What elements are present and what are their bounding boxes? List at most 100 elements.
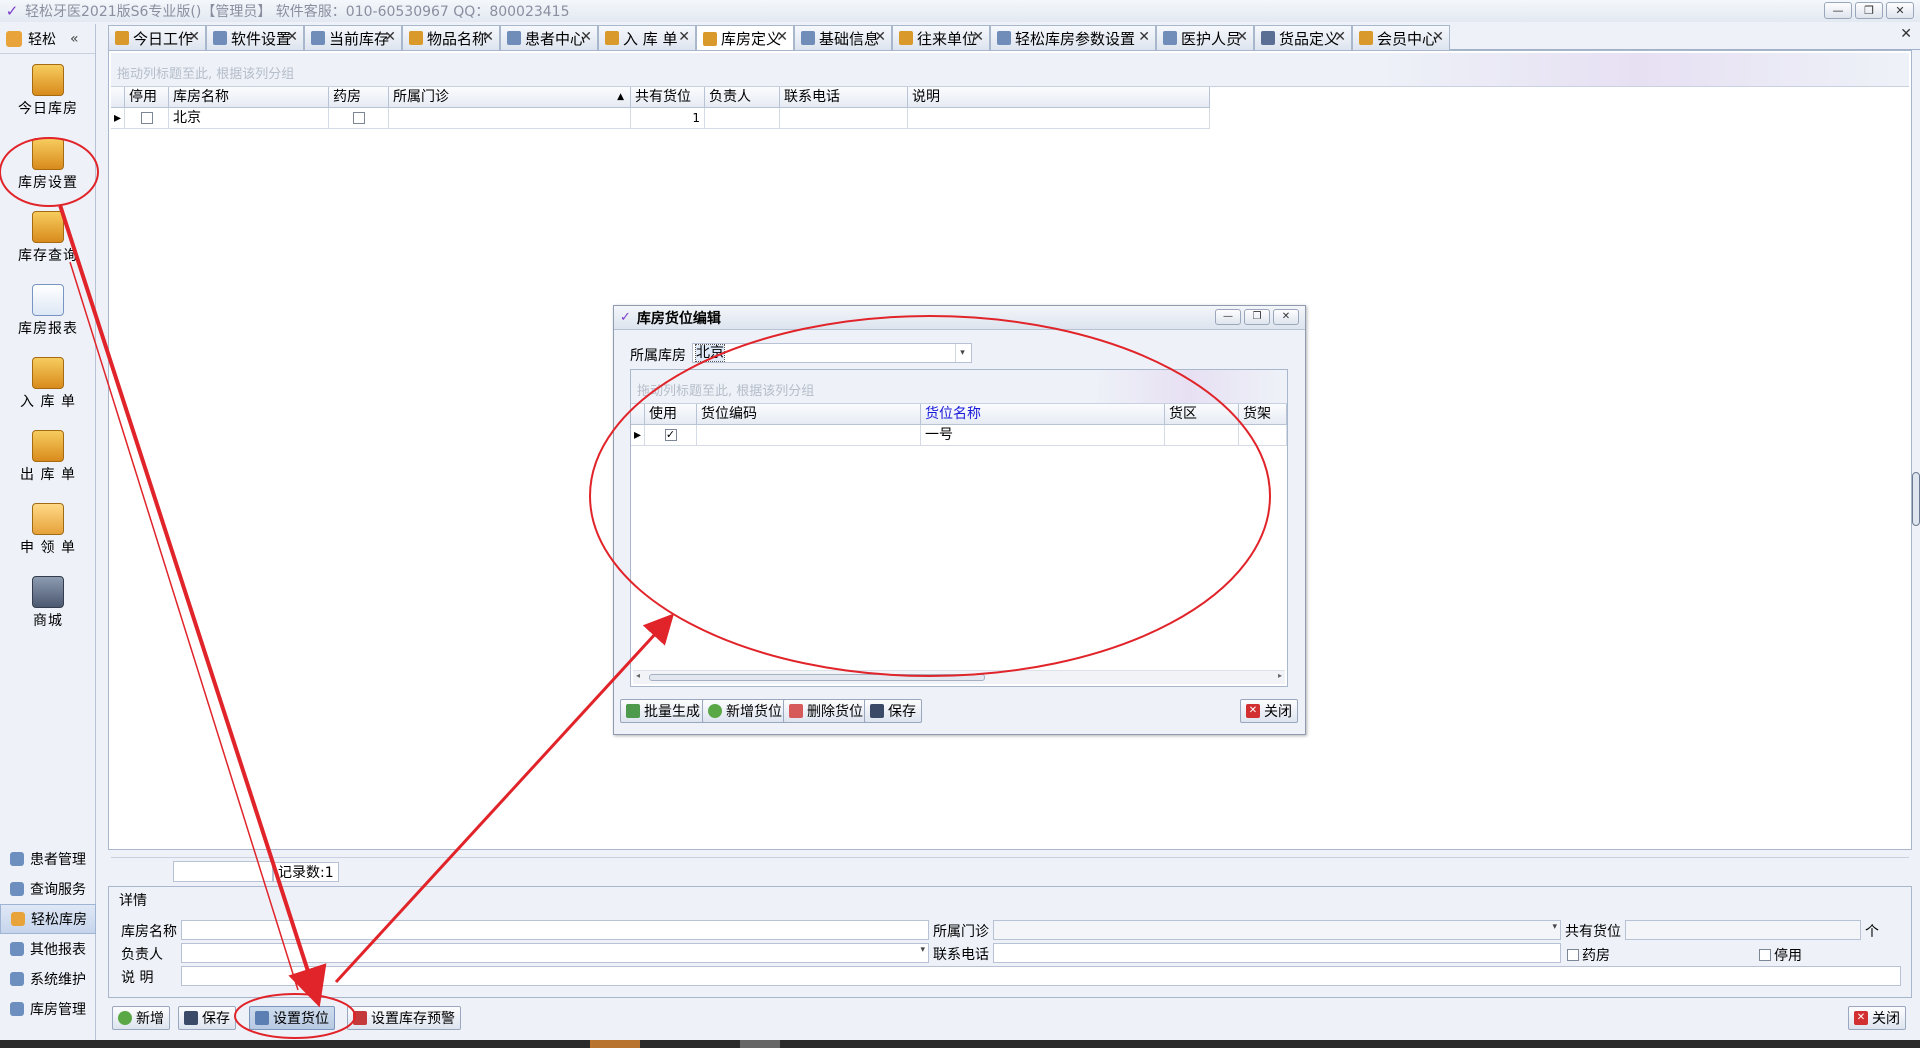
dialog-close-window-button[interactable]: ✕	[1273, 309, 1299, 325]
cell-used[interactable]: ✓	[645, 425, 697, 446]
close-icon[interactable]: ✕	[874, 29, 886, 45]
close-window-button[interactable]: ✕	[1886, 2, 1914, 19]
column-header-slot-code[interactable]: 货位编码	[697, 404, 921, 425]
group-by-panel[interactable]: 拖动列标题至此, 根据该列分组	[111, 53, 1909, 87]
tab-current-stock[interactable]: 当前库存 ✕	[304, 25, 402, 50]
tab-patient-center[interactable]: 患者中心 ✕	[500, 25, 598, 50]
column-header-slot-name[interactable]: 货位名称	[921, 404, 1165, 425]
disabled-toggle[interactable]: 停用	[1759, 945, 1802, 965]
tab-warehouse-definition[interactable]: 库房定义 ✕	[696, 25, 794, 51]
disabled-checkbox[interactable]	[1759, 949, 1771, 961]
close-icon[interactable]: ✕	[1236, 29, 1248, 45]
tab-basic-info[interactable]: 基础信息 ✕	[794, 25, 892, 50]
new-button[interactable]: 新增	[112, 1006, 170, 1030]
column-header-pharmacy[interactable]: 药房	[329, 87, 389, 108]
close-icon[interactable]: ✕	[580, 29, 592, 45]
sidebar-item-stock-query[interactable]: 库存查询	[4, 207, 92, 271]
sidebar-item-mall[interactable]: 商城	[4, 572, 92, 636]
tab-item-names[interactable]: 物品名称 ✕	[402, 25, 500, 50]
close-icon[interactable]: ✕	[482, 29, 494, 45]
page-scrollbar[interactable]	[1912, 472, 1920, 526]
warehouse-select[interactable]: 北京 ▾	[692, 343, 972, 363]
set-stock-alert-button[interactable]: 设置库存预警	[347, 1006, 461, 1030]
sidebar-collapse-button[interactable]: «	[70, 31, 79, 47]
cell-shelf[interactable]	[1239, 425, 1287, 446]
manager-select[interactable]: ▾	[181, 943, 929, 963]
column-header-manager[interactable]: 负责人	[705, 87, 780, 108]
scroll-right-icon[interactable]: ▸	[1278, 671, 1282, 680]
close-all-tabs-icon[interactable]: ✕	[1900, 26, 1912, 42]
cell-slots[interactable]: 1	[631, 108, 705, 129]
used-checkbox[interactable]: ✓	[664, 429, 677, 441]
filter-input[interactable]	[173, 861, 273, 882]
cell-pharmacy[interactable]	[329, 108, 389, 129]
delete-slot-button[interactable]: 删除货位	[783, 699, 869, 723]
tab-warehouse-params[interactable]: 轻松库房参数设置 ✕	[990, 25, 1156, 50]
column-header-clinic[interactable]: 所属门诊 ▲	[389, 87, 631, 108]
column-header-note[interactable]: 说明	[908, 87, 1210, 108]
cell-phone[interactable]	[780, 108, 908, 129]
tab-today-work[interactable]: 今日工作 ✕	[108, 25, 206, 50]
close-icon[interactable]: ✕	[678, 29, 690, 45]
column-header-disabled[interactable]: 停用	[125, 87, 169, 108]
module-patients[interactable]: 患者管理	[0, 844, 96, 874]
module-easy-warehouse[interactable]: 轻松库房	[0, 904, 96, 934]
tab-goods-definition[interactable]: 货品定义 ✕	[1254, 25, 1352, 50]
cell-area[interactable]	[1165, 425, 1239, 446]
module-other-reports[interactable]: 其他报表	[0, 934, 96, 964]
cell-clinic[interactable]	[389, 108, 631, 129]
cell-note[interactable]	[908, 108, 1210, 129]
dialog-title-bar[interactable]: ✓ 库房货位编辑 — ❐ ✕	[614, 306, 1305, 330]
dialog-minimize-button[interactable]: —	[1215, 309, 1241, 325]
column-header-shelf[interactable]: 货架	[1239, 404, 1287, 425]
batch-generate-button[interactable]: 批量生成	[620, 699, 706, 723]
table-row[interactable]: ▸ ✓ 一号	[631, 425, 1287, 446]
sidebar-item-warehouse-settings[interactable]: 库房设置	[4, 134, 92, 198]
tab-medical-staff[interactable]: 医护人员 ✕	[1156, 25, 1254, 50]
close-icon[interactable]: ✕	[1138, 29, 1150, 45]
close-icon[interactable]: ✕	[972, 29, 984, 45]
dialog-close-button[interactable]: ✕ 关闭	[1240, 699, 1298, 723]
save-button[interactable]: 保存	[178, 1006, 236, 1030]
close-icon[interactable]: ✕	[188, 29, 200, 45]
column-header-slots[interactable]: 共有货位	[631, 87, 705, 108]
cell-slot-code[interactable]	[697, 425, 921, 446]
dialog-maximize-button[interactable]: ❐	[1244, 309, 1270, 325]
close-icon[interactable]: ✕	[1432, 29, 1444, 45]
add-slot-button[interactable]: 新增货位	[702, 699, 788, 723]
module-system-maintenance[interactable]: 系统维护	[0, 964, 96, 994]
restore-button[interactable]: ❐	[1855, 2, 1883, 19]
cell-slot-name[interactable]: 一号	[921, 425, 1165, 446]
sidebar-item-outbound[interactable]: 出 库 单	[4, 426, 92, 490]
scrollbar-thumb[interactable]	[649, 674, 985, 681]
set-slots-button[interactable]: 设置货位	[249, 1006, 335, 1030]
table-row[interactable]: ▸ 北京 1	[111, 108, 1210, 129]
tab-partners[interactable]: 往来单位 ✕	[892, 25, 990, 50]
pharmacy-checkbox[interactable]	[352, 112, 365, 124]
cell-disabled[interactable]	[125, 108, 169, 129]
horizontal-scrollbar[interactable]: ◂ ▸	[633, 670, 1285, 684]
column-header-used[interactable]: 使用	[645, 404, 697, 425]
pharmacy-toggle[interactable]: 药房	[1567, 945, 1610, 965]
scroll-left-icon[interactable]: ◂	[636, 671, 640, 680]
note-field[interactable]	[181, 966, 1901, 986]
sidebar-item-warehouse-report[interactable]: 库房报表	[4, 280, 92, 344]
column-header-phone[interactable]: 联系电话	[780, 87, 908, 108]
module-warehouse-management[interactable]: 库房管理	[0, 994, 96, 1024]
tab-inbound[interactable]: 入 库 单 ✕	[598, 25, 696, 50]
sidebar-item-today-warehouse[interactable]: 今日库房	[4, 60, 92, 124]
column-header-area[interactable]: 货区	[1165, 404, 1239, 425]
module-query-service[interactable]: 查询服务	[0, 874, 96, 904]
clinic-select[interactable]: ▾	[993, 920, 1561, 940]
close-icon[interactable]: ✕	[384, 29, 396, 45]
close-icon[interactable]: ✕	[776, 29, 788, 45]
column-header-name[interactable]: 库房名称	[169, 87, 329, 108]
close-icon[interactable]: ✕	[1334, 29, 1346, 45]
close-icon[interactable]: ✕	[286, 29, 298, 45]
cell-name[interactable]: 北京	[169, 108, 329, 129]
name-field[interactable]	[181, 920, 929, 940]
pharmacy-checkbox[interactable]	[1567, 949, 1579, 961]
cell-manager[interactable]	[705, 108, 780, 129]
phone-field[interactable]	[993, 943, 1561, 963]
minimize-button[interactable]: —	[1824, 2, 1852, 19]
